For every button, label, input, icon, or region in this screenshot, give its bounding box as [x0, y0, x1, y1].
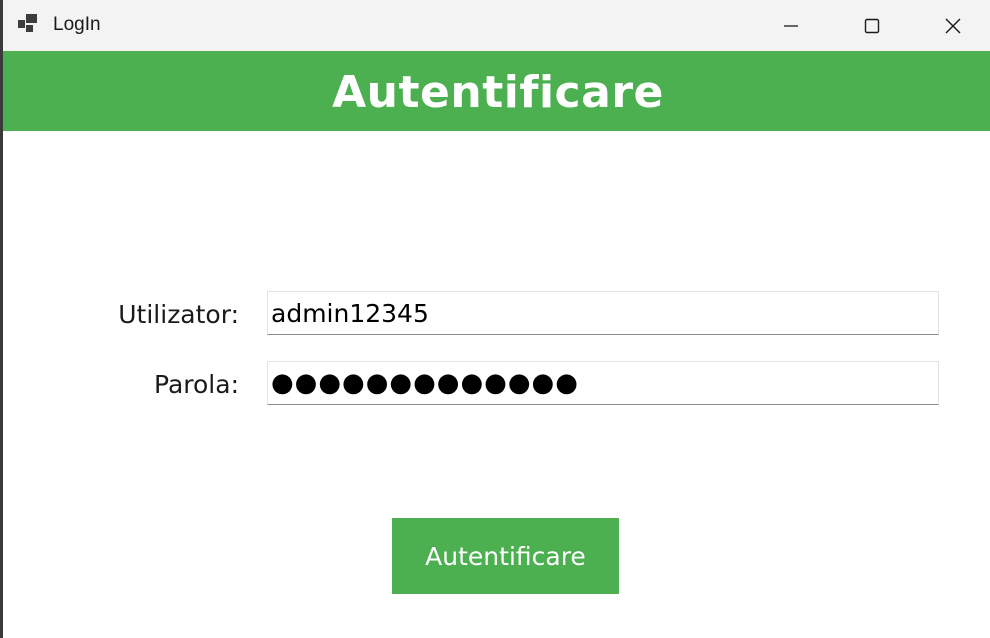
maximize-button[interactable] — [832, 0, 912, 51]
page-title: Autentificare — [332, 67, 664, 118]
username-input[interactable] — [267, 291, 939, 335]
password-label: Parola: — [154, 370, 239, 399]
app-icon — [17, 14, 39, 34]
minimize-icon — [783, 18, 799, 34]
maximize-icon — [864, 18, 880, 34]
login-window: LogIn Autentificare Utilizator: admin123… — [0, 0, 990, 638]
username-label: Utilizator: — [118, 300, 239, 329]
header-banner: Autentificare — [3, 51, 990, 131]
window-title: LogIn — [53, 14, 101, 35]
close-icon — [945, 18, 961, 34]
password-input[interactable] — [267, 361, 939, 405]
login-button[interactable]: Autentificare — [392, 518, 619, 594]
title-bar[interactable]: LogIn — [3, 0, 990, 51]
close-button[interactable] — [913, 0, 990, 51]
minimize-button[interactable] — [751, 0, 831, 51]
